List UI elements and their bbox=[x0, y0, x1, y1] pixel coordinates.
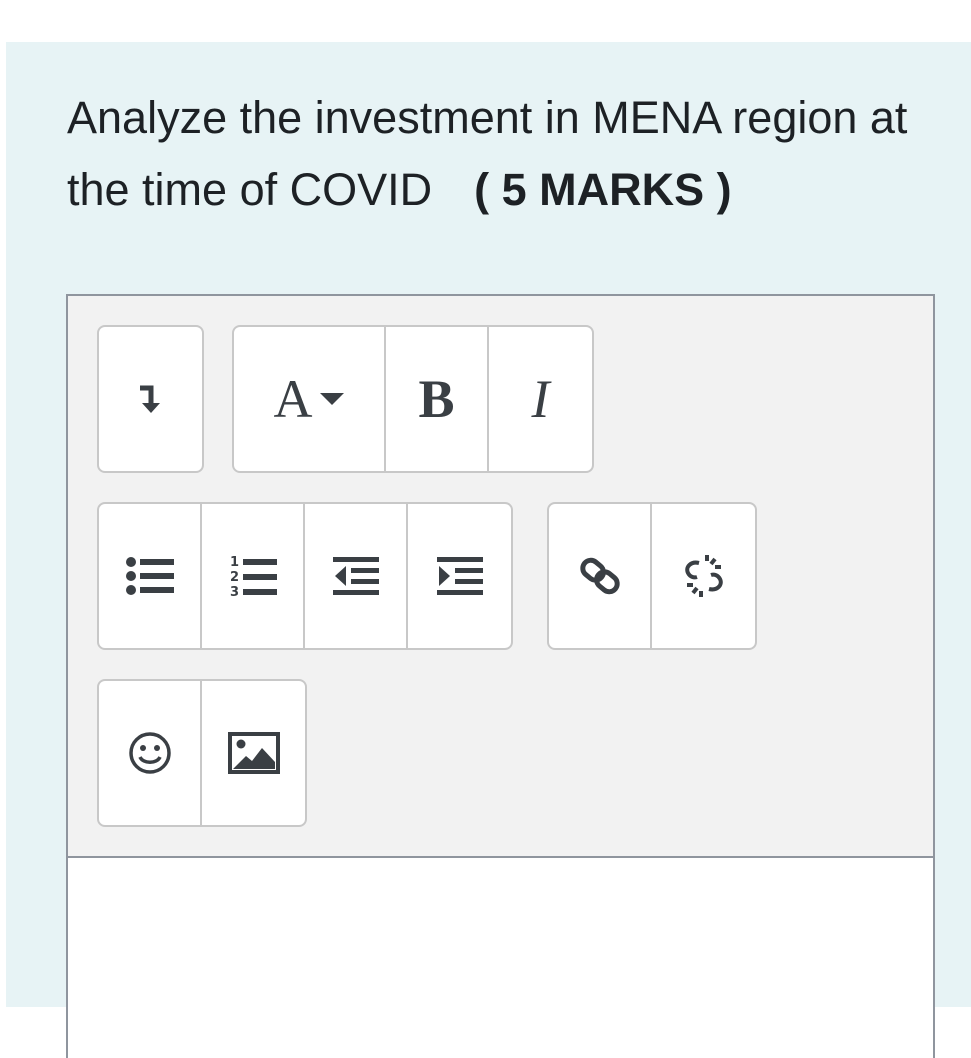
unlink-icon bbox=[684, 555, 723, 597]
italic-button[interactable]: I bbox=[489, 327, 592, 471]
bold-icon: B bbox=[418, 369, 455, 429]
outdent-icon bbox=[332, 557, 379, 595]
toolbar-group-collapse bbox=[97, 325, 204, 473]
font-style-dropdown-icon: A bbox=[273, 369, 313, 429]
unordered-list-icon bbox=[125, 557, 174, 595]
ordered-list-button[interactable]: 1 2 3 bbox=[202, 504, 305, 648]
emoji-icon bbox=[128, 732, 171, 774]
toolbar-group-insert bbox=[97, 679, 307, 827]
indent-icon bbox=[436, 557, 483, 595]
collapse-toolbar-icon bbox=[139, 385, 160, 413]
marks-label: ( 5 MARKS ) bbox=[474, 164, 732, 215]
indent-button[interactable] bbox=[408, 504, 511, 648]
chevron-down-icon bbox=[319, 393, 344, 405]
question-text: Analyze the investment in MENA region at… bbox=[67, 82, 947, 226]
link-icon bbox=[579, 557, 620, 595]
svg-text:2: 2 bbox=[230, 570, 239, 585]
svg-text:3: 3 bbox=[230, 585, 239, 599]
unordered-list-button[interactable] bbox=[99, 504, 202, 648]
insert-image-button[interactable] bbox=[202, 681, 305, 825]
editor-content-area[interactable] bbox=[68, 858, 933, 1058]
svg-text:1: 1 bbox=[230, 555, 239, 570]
ordered-list-icon: 1 2 3 bbox=[230, 555, 277, 599]
question-panel: Analyze the investment in MENA region at… bbox=[6, 42, 971, 1058]
unlink-button[interactable] bbox=[652, 504, 755, 648]
answer-editor: A B I 1 2 3 bbox=[66, 294, 935, 1058]
outdent-button[interactable] bbox=[305, 504, 408, 648]
emoji-button[interactable] bbox=[99, 681, 202, 825]
bold-button[interactable]: B bbox=[386, 327, 489, 471]
toolbar-group-format: A B I bbox=[232, 325, 594, 473]
editor-toolbar: A B I 1 2 3 bbox=[68, 296, 933, 858]
toolbar-group-lists: 1 2 3 bbox=[97, 502, 513, 650]
link-button[interactable] bbox=[549, 504, 652, 648]
font-style-dropdown-button[interactable]: A bbox=[234, 327, 386, 471]
italic-icon: I bbox=[531, 369, 550, 429]
collapse-toolbar-button[interactable] bbox=[99, 327, 202, 471]
image-icon bbox=[227, 732, 280, 774]
toolbar-group-links bbox=[547, 502, 757, 650]
